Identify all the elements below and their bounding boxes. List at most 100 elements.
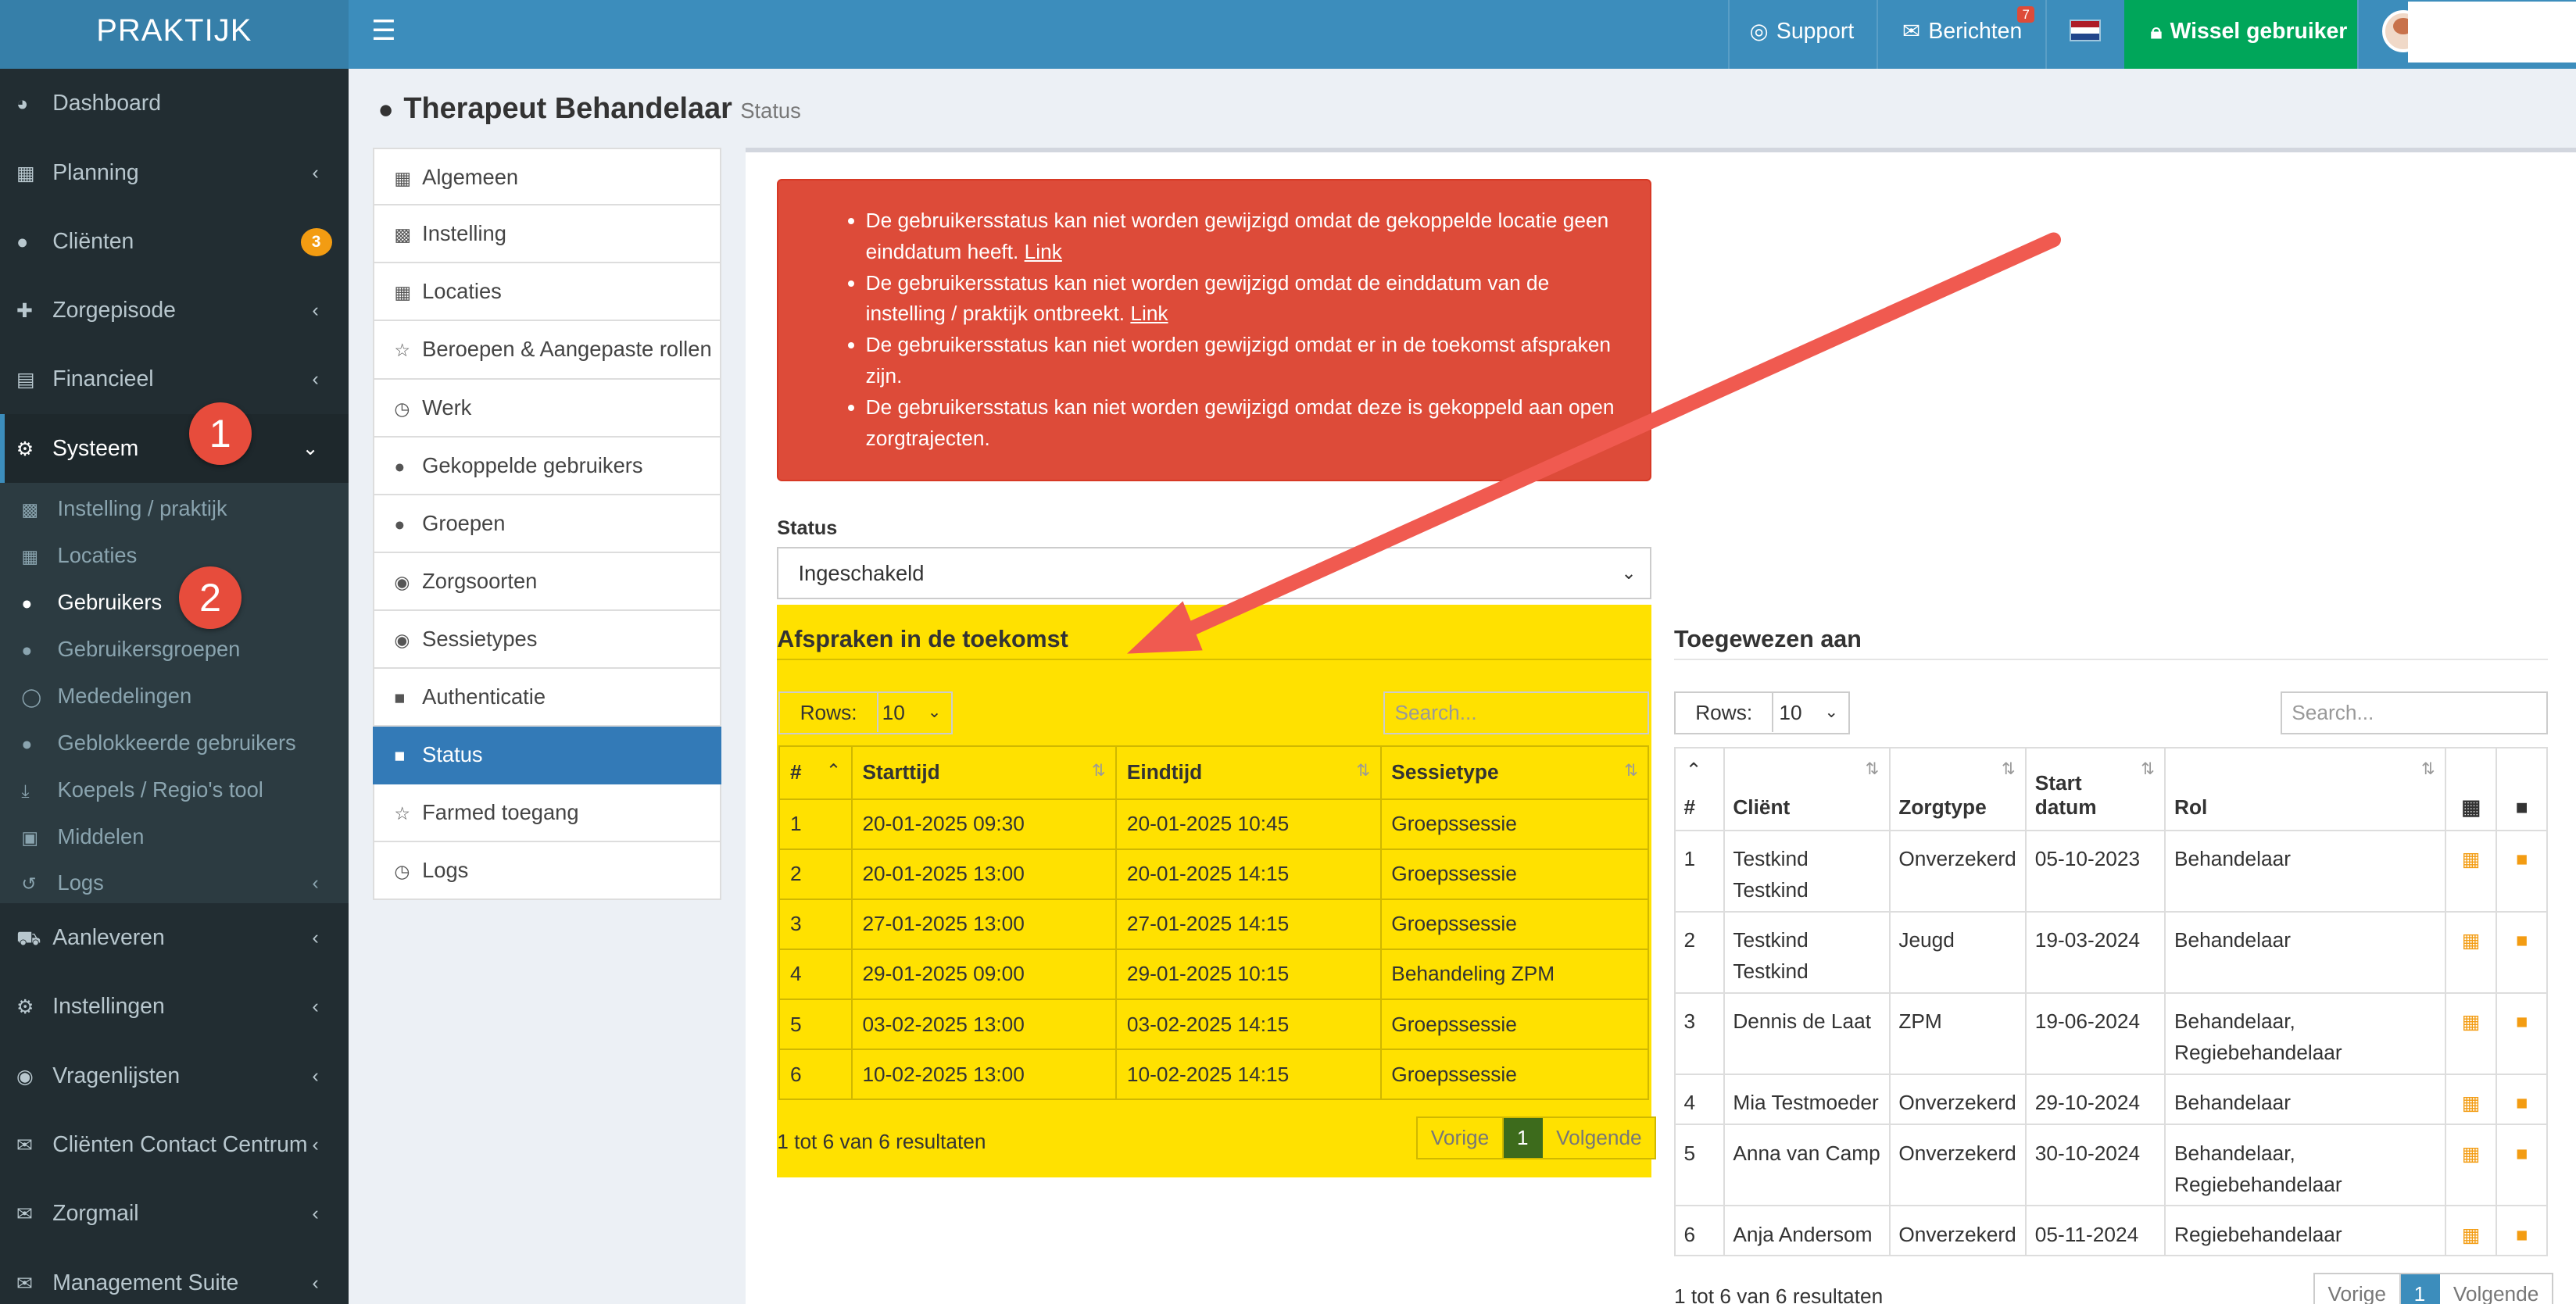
sidebar-item-planning[interactable]: ▦ Planning ‹ xyxy=(0,138,349,207)
folder-icon[interactable]: ■ xyxy=(2516,1143,2528,1165)
download-icon: ⤓ xyxy=(21,780,30,801)
switch-user-button[interactable]: 🔒︎ Wissel gebruiker xyxy=(2123,0,2358,70)
sort-asc-icon: ⌃ xyxy=(1685,759,1702,782)
sub-item-mededelingen[interactable]: ◯ Mededelingen xyxy=(0,673,349,720)
sidebar-item-aanleveren[interactable]: ⛟ Aanleveren ‹ xyxy=(0,903,349,972)
rows-select[interactable]: 10 ⌄ xyxy=(872,693,951,732)
truck-icon: ⛟ xyxy=(16,927,41,950)
toegewezen-rows-control[interactable]: Rows: 10 ⌄ xyxy=(1673,691,1850,734)
folder-icon[interactable]: ■ xyxy=(2516,1011,2528,1033)
folder-icon[interactable]: ■ xyxy=(2516,930,2528,952)
chevron-down-icon: ⌄ xyxy=(927,702,942,721)
menu-item-logs[interactable]: ◷ Logs xyxy=(373,842,721,901)
col-header-client[interactable]: ⇅ Cliënt xyxy=(1723,747,1891,831)
error-link[interactable]: Link xyxy=(1130,302,1168,325)
language-switch[interactable] xyxy=(2045,0,2124,70)
menu-item-locaties[interactable]: ▦ Locaties xyxy=(373,263,721,322)
col-header-table-icon: ▦ xyxy=(2445,747,2498,831)
support-link[interactable]: ◎ Support xyxy=(1728,0,1876,70)
sub-item-locaties[interactable]: ▦ Locaties xyxy=(0,533,349,579)
page-button-1[interactable]: 1 xyxy=(2400,1274,2441,1304)
menu-item-farmed-toegang[interactable]: ☆ Farmed toegang xyxy=(373,784,721,843)
sidebar: ◕ Dashboard ▦ Planning ‹ ● Cliënten 3 ✚ Zorg… xyxy=(0,69,349,1304)
sidebar-item-instellingen[interactable]: ⚙ Instellingen ‹ xyxy=(0,972,349,1041)
toegewezen-table: ⌃ # ⇅ Cliënt ⇅ Zorgtype ⇅ Start datum ⇅ Rol ▦… xyxy=(1673,747,2549,1256)
next-page-button[interactable]: Volgende xyxy=(1543,1118,1655,1157)
menu-item-status[interactable]: ■ Status xyxy=(373,727,721,785)
folder-icon[interactable]: ■ xyxy=(2516,1224,2528,1246)
menu-item-beroepen[interactable]: ☆ Beroepen & Aangepaste rollen xyxy=(373,321,721,380)
prev-page-button[interactable]: Vorige xyxy=(1418,1118,1504,1158)
sub-item-koepels[interactable]: ⤓ Koepels / Regio's tool xyxy=(0,767,349,813)
folder-icon[interactable]: ■ xyxy=(2516,848,2528,870)
table-icon[interactable]: ▦ xyxy=(2462,930,2481,952)
col-header-eindtijd[interactable]: Eindtijd ⇅ xyxy=(1115,745,1382,800)
table-icon[interactable]: ▦ xyxy=(2462,1143,2481,1165)
globe-icon: ◉ xyxy=(394,571,410,592)
table-row: 6 Anja Andersom Onverzekerd 05-11-2024 Regie… xyxy=(1673,1204,2549,1256)
sub-item-instelling[interactable]: ▩ Instelling / praktijk xyxy=(0,486,349,532)
menu-item-sessietypes[interactable]: ◉ Sessietypes xyxy=(373,610,721,670)
user-settings-menu: ▦ Algemeen ▩ Instelling ▦ Locaties ☆ Beroepe… xyxy=(373,148,721,901)
menu-item-algemeen[interactable]: ▦ Algemeen xyxy=(373,148,721,206)
sub-item-gebruikers[interactable]: ● Gebruikers xyxy=(0,580,349,626)
sidebar-item-management-suite[interactable]: ✉ Management Suite ‹ xyxy=(0,1249,349,1304)
prev-page-button[interactable]: Vorige xyxy=(2315,1274,2401,1304)
chevron-left-icon: ‹ xyxy=(312,872,319,895)
sidebar-item-vragenlijsten[interactable]: ◉ Vragenlijsten ‹ xyxy=(0,1041,349,1110)
sidebar-item-clienten[interactable]: ● Cliënten 3 xyxy=(0,207,349,276)
next-page-button[interactable]: Volgende xyxy=(2440,1274,2552,1304)
status-select[interactable]: Ingeschakeld ⌄ xyxy=(777,546,1651,600)
menu-item-gekoppelde-gebruikers[interactable]: ● Gekoppelde gebruikers xyxy=(373,437,721,495)
sidebar-item-dashboard[interactable]: ◕ Dashboard xyxy=(0,69,349,138)
app-logo[interactable]: PRAKTIJK xyxy=(0,0,349,70)
toegewezen-search-input[interactable]: Search... xyxy=(2280,691,2549,734)
folder-icon[interactable]: ■ xyxy=(2516,1092,2528,1114)
table-icon[interactable]: ▦ xyxy=(2462,1011,2481,1033)
col-header-startdatum[interactable]: ⇅ Start datum xyxy=(2025,747,2166,831)
toegewezen-pagination: Vorige 1 Volgende xyxy=(2313,1273,2554,1304)
col-header-folder-icon: ■ xyxy=(2496,747,2549,831)
col-header-nr[interactable]: # ⌃ xyxy=(778,745,853,800)
sidebar-item-zorgmail[interactable]: ✉ Zorgmail ‹ xyxy=(0,1179,349,1248)
table-icon[interactable]: ▦ xyxy=(2462,848,2481,870)
afspraken-table: # ⌃ Starttijd ⇅ Eindtijd ⇅ Sessietype ⇅ 1 20-… xyxy=(778,745,1650,1101)
afspraken-rows-control[interactable]: Rows: 10 ⌄ xyxy=(778,691,953,734)
berichten-link[interactable]: ✉ Berichten 7 xyxy=(1876,0,2046,70)
menu-item-groepen[interactable]: ● Groepen xyxy=(373,495,721,553)
rows-select[interactable]: 10 ⌄ xyxy=(1769,693,1848,732)
sidebar-item-zorgepisode[interactable]: ✚ Zorgepisode ‹ xyxy=(0,276,349,345)
users-icon: ● xyxy=(21,639,33,660)
col-header-nr[interactable]: ⌃ # xyxy=(1673,747,1725,831)
col-header-starttijd[interactable]: Starttijd ⇅ xyxy=(850,745,1118,800)
menu-item-werk[interactable]: ◷ Werk xyxy=(373,379,721,438)
gear-icon: ⚙ xyxy=(16,996,34,1019)
user-menu[interactable] xyxy=(2357,0,2576,70)
sub-item-logs[interactable]: ↺ Logs ‹ xyxy=(0,860,349,906)
folder-icon: ■ xyxy=(2515,795,2528,819)
col-header-rol[interactable]: ⇅ Rol xyxy=(2164,747,2447,831)
col-header-zorgtype[interactable]: ⇅ Zorgtype xyxy=(1888,747,2027,831)
chevron-left-icon: ‹ xyxy=(312,1133,319,1156)
menu-item-authenticatie[interactable]: ■ Authenticatie xyxy=(373,669,721,727)
table-icon[interactable]: ▦ xyxy=(2462,1092,2481,1114)
sidebar-item-clienten-contact-centrum[interactable]: ✉ Cliënten Contact Centrum ‹ xyxy=(0,1110,349,1179)
table-icon[interactable]: ▦ xyxy=(2462,1224,2481,1246)
page-button-1[interactable]: 1 xyxy=(1504,1118,1544,1158)
col-header-sessietype[interactable]: Sessietype ⇅ xyxy=(1379,745,1650,800)
sub-item-middelen[interactable]: ▣ Middelen xyxy=(0,814,349,860)
sort-icon: ⇅ xyxy=(2420,760,2435,779)
sidebar-item-systeem[interactable]: ⚙ Systeem ⌄ xyxy=(0,413,349,483)
sidebar-item-financieel[interactable]: ▤ Financieel ‹ xyxy=(0,345,349,413)
sub-item-gebruikersgroepen[interactable]: ● Gebruikersgroepen xyxy=(0,627,349,673)
sub-item-geblokkeerde-gebruikers[interactable]: ● Geblokkeerde gebruikers xyxy=(0,720,349,766)
menu-item-zorgsoorten[interactable]: ◉ Zorgsoorten xyxy=(373,552,721,611)
afspraken-search-input[interactable]: Search... xyxy=(1383,691,1650,734)
comments-icon: ◯ xyxy=(21,686,42,707)
hamburger-menu-icon[interactable]: ☰ xyxy=(371,15,396,47)
table-row: 4 29-01-2025 09:00 29-01-2025 10:15 Behande… xyxy=(778,948,1650,1001)
error-link[interactable]: Link xyxy=(1025,240,1062,263)
menu-item-instelling[interactable]: ▩ Instelling xyxy=(373,205,721,264)
chevron-left-icon: ‹ xyxy=(312,1064,319,1087)
envelope-icon: ✉ xyxy=(16,1203,34,1226)
